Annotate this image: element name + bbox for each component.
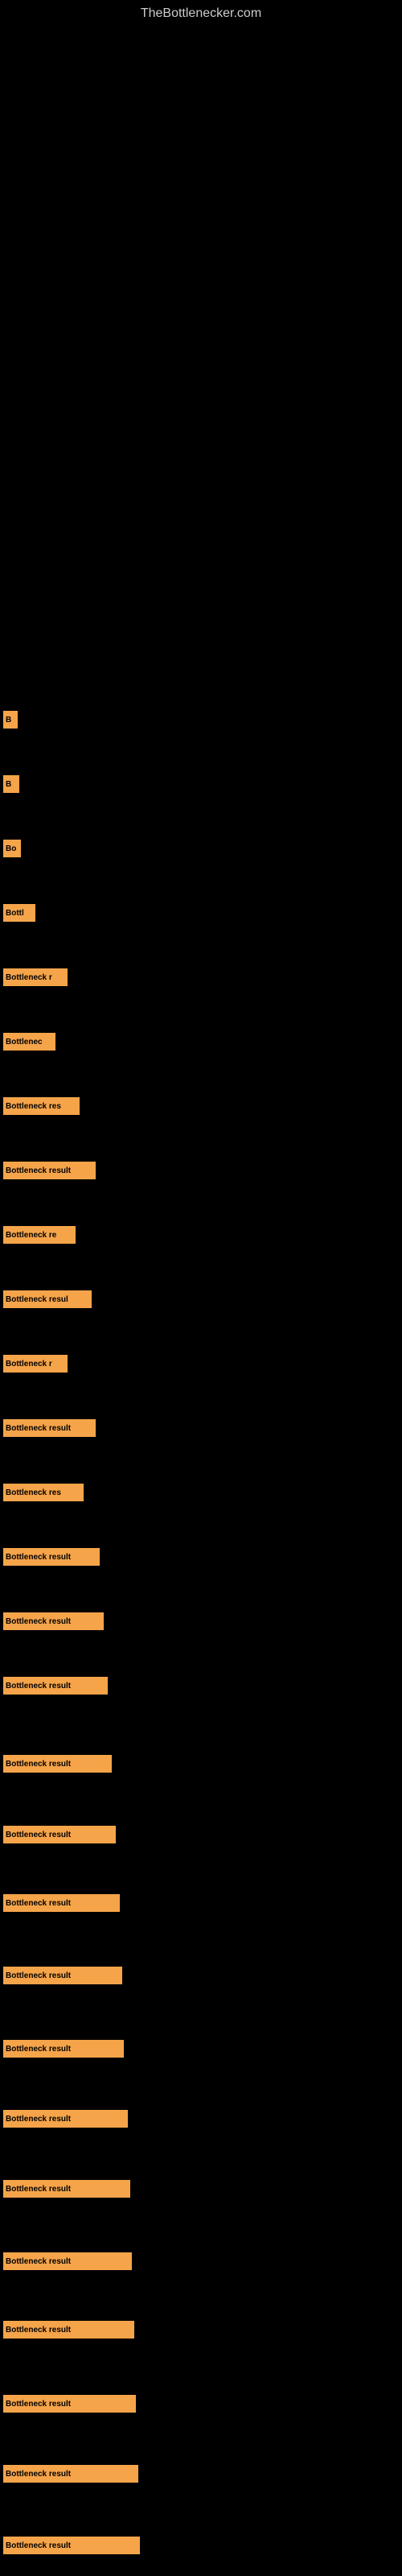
bar-label-9: Bottleneck re bbox=[6, 1231, 56, 1240]
bar-fill-22: Bottleneck result bbox=[3, 2110, 128, 2128]
bar-label-13: Bottleneck res bbox=[6, 1488, 61, 1497]
bar-label-8: Bottleneck result bbox=[6, 1166, 71, 1175]
bar-label-16: Bottleneck result bbox=[6, 1682, 71, 1690]
bar-fill-26: Bottleneck result bbox=[3, 2395, 136, 2413]
bar-row-18: Bottleneck result bbox=[3, 1823, 116, 1846]
bar-row-12: Bottleneck result bbox=[3, 1417, 96, 1439]
bar-row-21: Bottleneck result bbox=[3, 2037, 124, 2060]
bar-label-17: Bottleneck result bbox=[6, 1760, 71, 1769]
bar-row-2: B bbox=[3, 773, 19, 795]
bar-label-18: Bottleneck result bbox=[6, 1831, 71, 1839]
bar-row-3: Bo bbox=[3, 837, 21, 860]
bar-label-11: Bottleneck r bbox=[6, 1360, 52, 1368]
bar-label-24: Bottleneck result bbox=[6, 2257, 71, 2266]
bar-fill-9: Bottleneck re bbox=[3, 1226, 76, 1244]
bar-fill-17: Bottleneck result bbox=[3, 1755, 112, 1773]
chart-area bbox=[0, 24, 402, 716]
bar-label-28: Bottleneck result bbox=[6, 2541, 71, 2550]
bar-fill-3: Bo bbox=[3, 840, 21, 857]
bar-label-27: Bottleneck result bbox=[6, 2470, 71, 2479]
bar-row-23: Bottleneck result bbox=[3, 2178, 130, 2200]
bar-fill-28: Bottleneck result bbox=[3, 2537, 140, 2554]
bar-fill-27: Bottleneck result bbox=[3, 2465, 138, 2483]
bar-row-17: Bottleneck result bbox=[3, 1752, 112, 1775]
bar-label-20: Bottleneck result bbox=[6, 1971, 71, 1980]
bar-label-2: B bbox=[6, 780, 11, 789]
bar-row-19: Bottleneck result bbox=[3, 1892, 120, 1914]
bar-fill-24: Bottleneck result bbox=[3, 2252, 132, 2270]
bar-fill-25: Bottleneck result bbox=[3, 2321, 134, 2339]
bar-fill-4: Bottl bbox=[3, 904, 35, 922]
bar-fill-19: Bottleneck result bbox=[3, 1894, 120, 1912]
bar-label-1: B bbox=[6, 716, 11, 724]
bar-fill-16: Bottleneck result bbox=[3, 1677, 108, 1695]
bar-fill-14: Bottleneck result bbox=[3, 1548, 100, 1566]
bar-row-7: Bottleneck res bbox=[3, 1095, 80, 1117]
page-wrapper: TheBottlenecker.com B B Bo Bottl Bottleneck … bbox=[0, 0, 402, 2576]
bar-label-15: Bottleneck result bbox=[6, 1617, 71, 1626]
bar-fill-8: Bottleneck result bbox=[3, 1162, 96, 1179]
bar-fill-18: Bottleneck result bbox=[3, 1826, 116, 1843]
bar-label-14: Bottleneck result bbox=[6, 1553, 71, 1562]
bar-row-9: Bottleneck re bbox=[3, 1224, 76, 1246]
bar-label-7: Bottleneck res bbox=[6, 1102, 61, 1111]
bar-row-10: Bottleneck resul bbox=[3, 1288, 92, 1311]
bar-row-13: Bottleneck res bbox=[3, 1481, 84, 1504]
bar-label-26: Bottleneck result bbox=[6, 2400, 71, 2409]
bar-row-15: Bottleneck result bbox=[3, 1610, 104, 1633]
bar-row-28: Bottleneck result bbox=[3, 2534, 140, 2557]
bar-fill-20: Bottleneck result bbox=[3, 1967, 122, 1984]
bar-fill-2: B bbox=[3, 775, 19, 793]
bar-fill-7: Bottleneck res bbox=[3, 1097, 80, 1115]
bar-label-21: Bottleneck result bbox=[6, 2045, 71, 2054]
bar-fill-11: Bottleneck r bbox=[3, 1355, 68, 1373]
bar-fill-15: Bottleneck result bbox=[3, 1612, 104, 1630]
bar-row-22: Bottleneck result bbox=[3, 2107, 128, 2130]
bar-row-8: Bottleneck result bbox=[3, 1159, 96, 1182]
site-title: TheBottlenecker.com bbox=[0, 0, 402, 24]
bar-row-14: Bottleneck result bbox=[3, 1546, 100, 1568]
bar-row-11: Bottleneck r bbox=[3, 1352, 68, 1375]
bar-label-23: Bottleneck result bbox=[6, 2185, 71, 2194]
bar-fill-13: Bottleneck res bbox=[3, 1484, 84, 1501]
bar-fill-21: Bottleneck result bbox=[3, 2040, 124, 2058]
bar-label-3: Bo bbox=[6, 844, 16, 853]
bar-label-10: Bottleneck resul bbox=[6, 1295, 68, 1304]
bar-fill-5: Bottleneck r bbox=[3, 968, 68, 986]
bar-label-4: Bottl bbox=[6, 909, 24, 918]
bar-fill-10: Bottleneck resul bbox=[3, 1290, 92, 1308]
bar-label-22: Bottleneck result bbox=[6, 2115, 71, 2124]
bar-row-16: Bottleneck result bbox=[3, 1674, 108, 1697]
bar-row-27: Bottleneck result bbox=[3, 2462, 138, 2485]
bar-label-25: Bottleneck result bbox=[6, 2326, 71, 2334]
bar-row-25: Bottleneck result bbox=[3, 2318, 134, 2341]
bar-fill-23: Bottleneck result bbox=[3, 2180, 130, 2198]
bar-fill-1: B bbox=[3, 711, 18, 729]
bar-row-24: Bottleneck result bbox=[3, 2250, 132, 2273]
bar-fill-6: Bottlenec bbox=[3, 1033, 55, 1051]
bar-label-5: Bottleneck r bbox=[6, 973, 52, 982]
bar-row-26: Bottleneck result bbox=[3, 2392, 136, 2415]
bar-row-6: Bottlenec bbox=[3, 1030, 55, 1053]
bar-label-6: Bottlenec bbox=[6, 1038, 43, 1046]
bar-row-5: Bottleneck r bbox=[3, 966, 68, 989]
bar-fill-12: Bottleneck result bbox=[3, 1419, 96, 1437]
bar-row-1: B bbox=[3, 708, 18, 731]
bar-label-19: Bottleneck result bbox=[6, 1899, 71, 1908]
bar-label-12: Bottleneck result bbox=[6, 1424, 71, 1433]
bar-row-20: Bottleneck result bbox=[3, 1964, 122, 1987]
bar-row-4: Bottl bbox=[3, 902, 35, 924]
